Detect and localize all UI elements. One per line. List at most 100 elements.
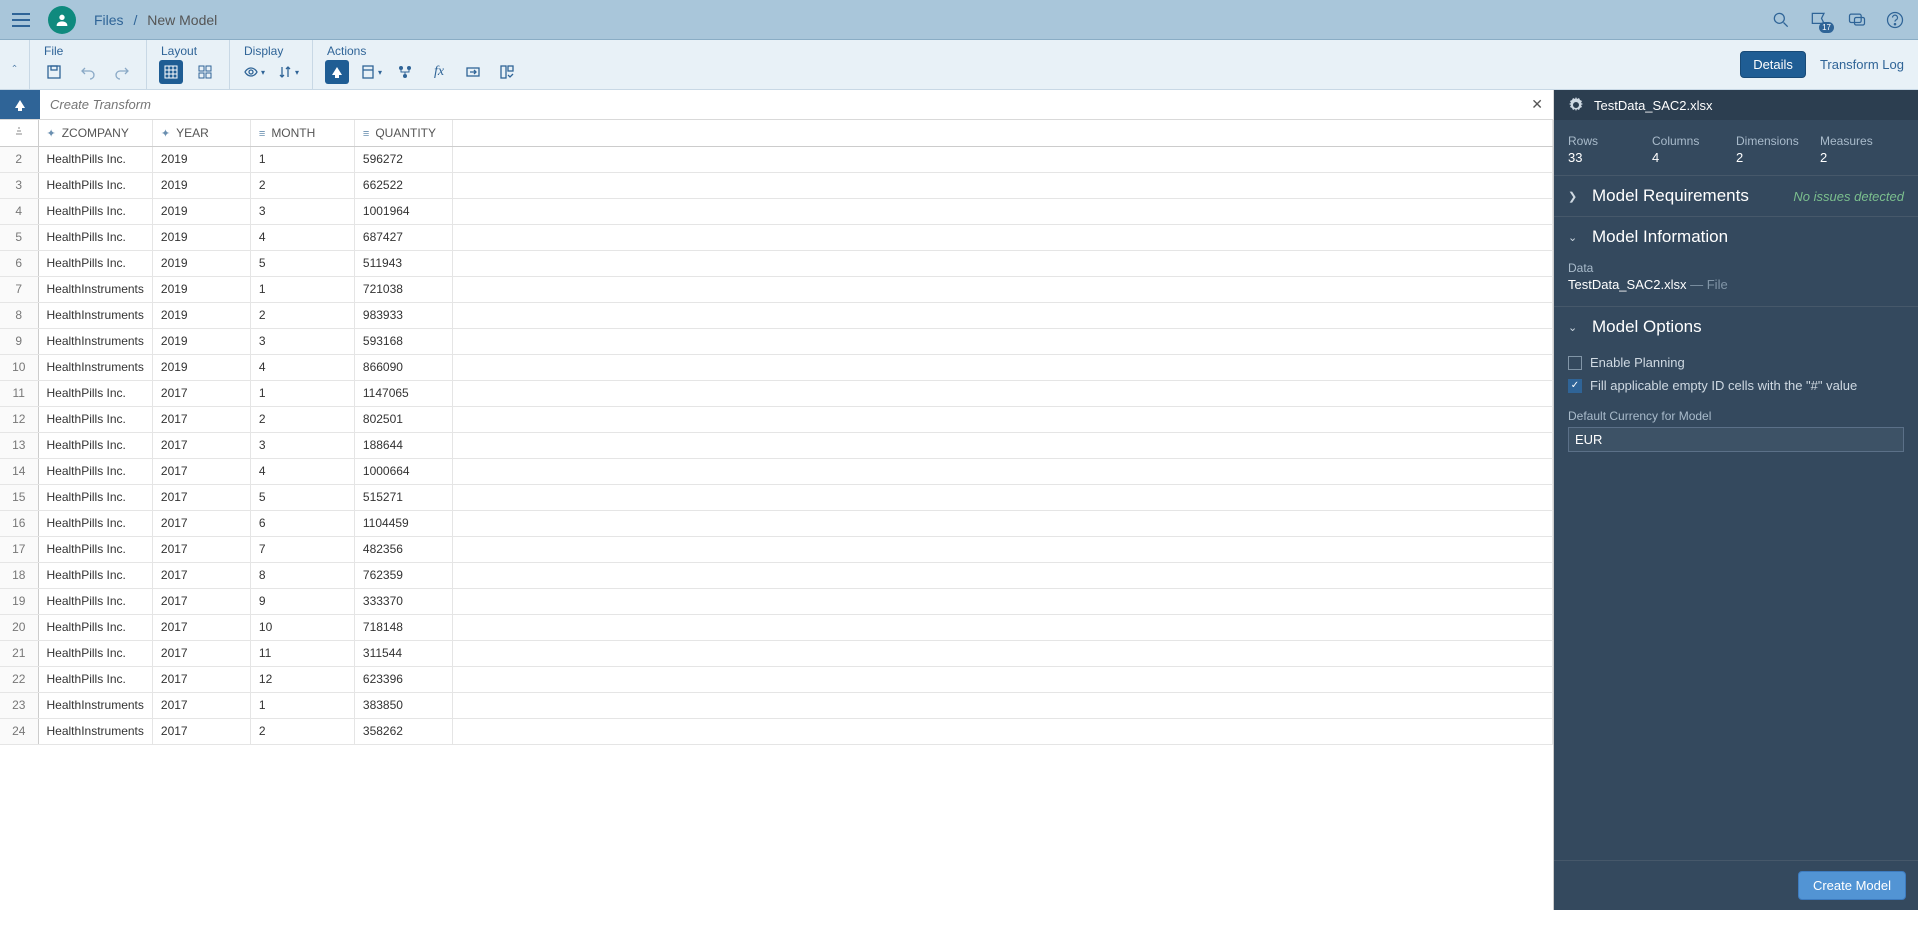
table-cell[interactable]: 2017	[152, 588, 250, 614]
row-number[interactable]: 15	[0, 484, 38, 510]
create-model-button[interactable]: Create Model	[1798, 871, 1906, 900]
table-cell[interactable]: 1	[250, 276, 354, 302]
column-header-month[interactable]: ≡MONTH	[250, 120, 354, 146]
table-cell[interactable]: 983933	[354, 302, 452, 328]
column-action-dropdown-icon[interactable]: ▾	[359, 60, 383, 84]
transform-bar-icon[interactable]	[0, 90, 40, 119]
table-cell[interactable]: 687427	[354, 224, 452, 250]
validate-icon[interactable]	[495, 60, 519, 84]
table-cell[interactable]: 2017	[152, 718, 250, 744]
save-icon[interactable]	[42, 60, 66, 84]
table-cell[interactable]: 2017	[152, 692, 250, 718]
table-cell[interactable]: 2017	[152, 484, 250, 510]
table-row[interactable]: 13HealthPills Inc.20173188644	[0, 432, 1553, 458]
table-cell[interactable]: 1147065	[354, 380, 452, 406]
table-cell[interactable]: 2019	[152, 354, 250, 380]
replace-icon[interactable]	[461, 60, 485, 84]
table-cell[interactable]: 7	[250, 536, 354, 562]
table-cell[interactable]: 9	[250, 588, 354, 614]
table-cell[interactable]: HealthPills Inc.	[38, 432, 152, 458]
table-cell[interactable]: 383850	[354, 692, 452, 718]
column-header-year[interactable]: ✦YEAR	[152, 120, 250, 146]
checkbox-fill-empty[interactable]: ✓	[1568, 379, 1582, 393]
table-cell[interactable]: 1	[250, 692, 354, 718]
row-number[interactable]: 11	[0, 380, 38, 406]
table-cell[interactable]: HealthPills Inc.	[38, 146, 152, 172]
table-cell[interactable]: 718148	[354, 614, 452, 640]
table-cell[interactable]: HealthInstruments	[38, 692, 152, 718]
row-number[interactable]: 23	[0, 692, 38, 718]
table-cell[interactable]: 596272	[354, 146, 452, 172]
table-cell[interactable]: 2017	[152, 640, 250, 666]
table-cell[interactable]: HealthPills Inc.	[38, 484, 152, 510]
table-cell[interactable]: 2019	[152, 302, 250, 328]
table-cell[interactable]: HealthInstruments	[38, 328, 152, 354]
help-icon[interactable]	[1884, 9, 1906, 31]
row-number[interactable]: 4	[0, 198, 38, 224]
row-number[interactable]: 12	[0, 406, 38, 432]
table-cell[interactable]: 866090	[354, 354, 452, 380]
table-row[interactable]: 5HealthPills Inc.20194687427	[0, 224, 1553, 250]
row-number-header[interactable]	[0, 120, 38, 146]
table-row[interactable]: 9HealthInstruments20193593168	[0, 328, 1553, 354]
table-row[interactable]: 12HealthPills Inc.20172802501	[0, 406, 1553, 432]
table-cell[interactable]: 2017	[152, 380, 250, 406]
section-header-information[interactable]: ⌄ Model Information	[1554, 217, 1918, 257]
table-cell[interactable]: HealthPills Inc.	[38, 614, 152, 640]
table-cell[interactable]: 2017	[152, 510, 250, 536]
table-row[interactable]: 11HealthPills Inc.201711147065	[0, 380, 1553, 406]
table-cell[interactable]: 2017	[152, 406, 250, 432]
grid-view-icon[interactable]	[159, 60, 183, 84]
table-cell[interactable]: HealthInstruments	[38, 302, 152, 328]
table-cell[interactable]: 3	[250, 198, 354, 224]
table-cell[interactable]: 721038	[354, 276, 452, 302]
chat-icon[interactable]	[1846, 9, 1868, 31]
table-cell[interactable]: 8	[250, 562, 354, 588]
table-cell[interactable]: HealthPills Inc.	[38, 172, 152, 198]
breadcrumb-root[interactable]: Files	[94, 12, 124, 28]
redo-icon[interactable]	[110, 60, 134, 84]
table-cell[interactable]: 12	[250, 666, 354, 692]
details-button[interactable]: Details	[1740, 51, 1806, 78]
row-number[interactable]: 16	[0, 510, 38, 536]
visibility-dropdown-icon[interactable]: ▾	[242, 60, 266, 84]
table-cell[interactable]: 188644	[354, 432, 452, 458]
row-number[interactable]: 9	[0, 328, 38, 354]
table-cell[interactable]: 2017	[152, 536, 250, 562]
table-cell[interactable]: 1104459	[354, 510, 452, 536]
table-cell[interactable]: HealthInstruments	[38, 718, 152, 744]
collapse-ribbon-icon[interactable]	[10, 40, 30, 89]
notifications-icon[interactable]: 17	[1808, 9, 1830, 31]
table-row[interactable]: 18HealthPills Inc.20178762359	[0, 562, 1553, 588]
menu-hamburger-icon[interactable]	[12, 8, 36, 32]
table-cell[interactable]: HealthPills Inc.	[38, 250, 152, 276]
table-row[interactable]: 19HealthPills Inc.20179333370	[0, 588, 1553, 614]
table-cell[interactable]: 5	[250, 484, 354, 510]
row-number[interactable]: 13	[0, 432, 38, 458]
table-cell[interactable]: HealthPills Inc.	[38, 666, 152, 692]
table-cell[interactable]: HealthInstruments	[38, 276, 152, 302]
table-cell[interactable]: 2017	[152, 458, 250, 484]
table-cell[interactable]: 1001964	[354, 198, 452, 224]
row-number[interactable]: 22	[0, 666, 38, 692]
transform-input[interactable]	[40, 90, 1553, 119]
table-cell[interactable]: 2017	[152, 432, 250, 458]
table-cell[interactable]: HealthPills Inc.	[38, 510, 152, 536]
table-cell[interactable]: 511943	[354, 250, 452, 276]
table-cell[interactable]: HealthPills Inc.	[38, 458, 152, 484]
table-cell[interactable]: 4	[250, 224, 354, 250]
table-cell[interactable]: 6	[250, 510, 354, 536]
row-number[interactable]: 14	[0, 458, 38, 484]
table-cell[interactable]: 311544	[354, 640, 452, 666]
table-row[interactable]: 24HealthInstruments20172358262	[0, 718, 1553, 744]
search-icon[interactable]	[1770, 9, 1792, 31]
data-table-container[interactable]: ✦ZCOMPANY ✦YEAR ≡MONTH ≡QUANTITY 2Health…	[0, 120, 1554, 910]
table-cell[interactable]: HealthPills Inc.	[38, 198, 152, 224]
table-cell[interactable]: 5	[250, 250, 354, 276]
table-cell[interactable]: 10	[250, 614, 354, 640]
checkbox-enable-planning[interactable]	[1568, 356, 1582, 370]
sort-dropdown-icon[interactable]: ▾	[276, 60, 300, 84]
section-header-options[interactable]: ⌄ Model Options	[1554, 307, 1918, 347]
table-cell[interactable]: 2019	[152, 146, 250, 172]
row-number[interactable]: 8	[0, 302, 38, 328]
